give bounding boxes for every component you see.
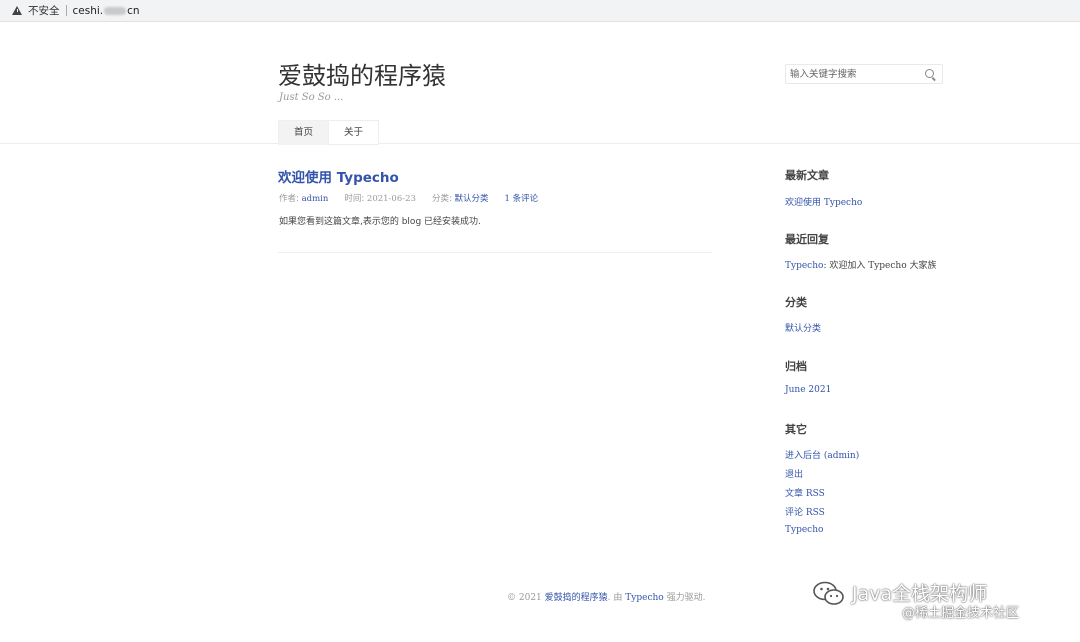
sidebar-recent-post-link[interactable]: 欢迎使用 Typecho bbox=[785, 195, 862, 208]
post-excerpt: 如果您看到这篇文章,表示您的 blog 已经安装成功. bbox=[279, 217, 481, 227]
nav-divider bbox=[0, 143, 1080, 144]
time-value: 2021-06-23 bbox=[366, 194, 416, 204]
main-nav: 首页 关于 bbox=[278, 120, 380, 145]
wechat-icon bbox=[813, 581, 844, 605]
watermark-sub: @稀土掘金技术社区 bbox=[902, 606, 1020, 621]
url-text[interactable]: ceshi. cn bbox=[73, 5, 140, 17]
sidebar-category-link[interactable]: 默认分类 bbox=[785, 321, 821, 334]
sidebar-title-recent-posts: 最新文章 bbox=[785, 169, 829, 182]
sidebar-title-recent-comments: 最近回复 bbox=[785, 233, 829, 246]
author-label: 作者: bbox=[279, 194, 299, 204]
footer: © 2021 爱鼓捣的程序猿. 由 Typecho 强力驱动. bbox=[507, 590, 705, 603]
sidebar-link-posts-rss[interactable]: 文章 RSS bbox=[785, 486, 825, 499]
divider bbox=[65, 5, 67, 16]
time-label: 时间: bbox=[344, 194, 365, 204]
post-author: 作者: admin bbox=[279, 192, 328, 204]
url-suffix: cn bbox=[127, 4, 140, 17]
redacted-blur bbox=[104, 6, 127, 15]
sidebar-link-logout[interactable]: 退出 bbox=[785, 467, 803, 480]
category-link[interactable]: 默认分类 bbox=[455, 194, 489, 204]
nav-item-about[interactable]: 关于 bbox=[329, 120, 380, 145]
post-time: 时间: 2021-06-23 bbox=[344, 192, 416, 204]
comments-link[interactable]: 1 条评论 bbox=[505, 192, 539, 204]
post-category: 分类: 默认分类 bbox=[432, 192, 489, 204]
footer-copyright: © 2021 bbox=[507, 593, 542, 603]
sidebar-recent-comment: Typecho: 欢迎加入 Typecho 大家族 bbox=[785, 258, 936, 271]
post-meta: 作者: admin 时间: 2021-06-23 分类: 默认分类 1 条评论 bbox=[279, 192, 554, 204]
post-divider bbox=[278, 252, 712, 253]
warning-icon bbox=[12, 6, 22, 15]
sidebar-link-typecho[interactable]: Typecho bbox=[785, 525, 823, 535]
search-icon[interactable] bbox=[925, 69, 934, 78]
post-title[interactable]: 欢迎使用 Typecho bbox=[278, 166, 399, 186]
browser-address-bar[interactable]: 不安全 ceshi. cn bbox=[0, 0, 1080, 22]
sidebar-title-categories: 分类 bbox=[785, 296, 807, 309]
footer-by: . 由 bbox=[607, 593, 623, 603]
footer-site-link[interactable]: 爱鼓捣的程序猿 bbox=[545, 593, 608, 603]
site-description: Just So So ... bbox=[279, 92, 344, 103]
security-label[interactable]: 不安全 bbox=[28, 3, 60, 18]
sidebar-archive-link[interactable]: June 2021 bbox=[785, 385, 831, 395]
author-link[interactable]: admin bbox=[302, 194, 329, 204]
category-label: 分类: bbox=[431, 194, 452, 204]
comment-author-link[interactable]: Typecho bbox=[785, 261, 823, 271]
url-prefix: ceshi. bbox=[72, 4, 104, 17]
comment-text: : 欢迎加入 Typecho 大家族 bbox=[823, 261, 937, 271]
sidebar-title-archives: 归档 bbox=[785, 360, 807, 373]
site-title[interactable]: 爱鼓捣的程序猿 bbox=[278, 56, 446, 91]
sidebar-link-admin[interactable]: 进入后台 (admin) bbox=[785, 448, 859, 461]
sidebar-link-comments-rss[interactable]: 评论 RSS bbox=[785, 505, 825, 518]
search-box bbox=[785, 64, 943, 84]
search-input[interactable] bbox=[790, 66, 916, 82]
sidebar-title-others: 其它 bbox=[785, 423, 807, 436]
footer-engine-link[interactable]: Typecho bbox=[625, 593, 663, 603]
footer-powered: 强力驱动. bbox=[666, 593, 706, 603]
nav-item-home[interactable]: 首页 bbox=[278, 120, 330, 145]
